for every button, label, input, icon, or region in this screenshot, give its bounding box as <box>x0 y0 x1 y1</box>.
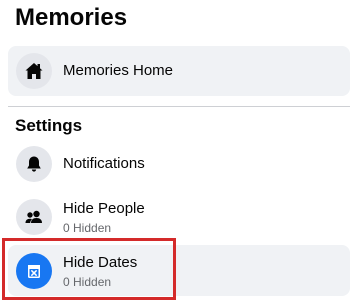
page-title: Memories <box>15 4 128 31</box>
hide-dates-label: Hide Dates <box>63 254 138 271</box>
hide-dates-count: 0 Hidden <box>63 275 112 289</box>
people-icon <box>16 199 52 235</box>
hide-people-count: 0 Hidden <box>63 221 112 235</box>
settings-item-notifications[interactable]: Notifications <box>8 140 350 188</box>
settings-section-title: Settings <box>15 116 83 135</box>
hide-people-label: Hide People <box>63 200 145 217</box>
notifications-label: Notifications <box>63 155 145 172</box>
divider <box>8 106 350 107</box>
memories-home-label: Memories Home <box>63 62 174 79</box>
memories-home-item[interactable]: Memories Home <box>8 46 350 96</box>
settings-item-hide-dates[interactable]: Hide Dates 0 Hidden <box>8 245 350 296</box>
bell-icon <box>16 146 52 182</box>
home-icon <box>16 53 52 89</box>
calendar-hide-icon <box>16 253 52 289</box>
settings-item-hide-people[interactable]: Hide People 0 Hidden <box>8 193 350 241</box>
